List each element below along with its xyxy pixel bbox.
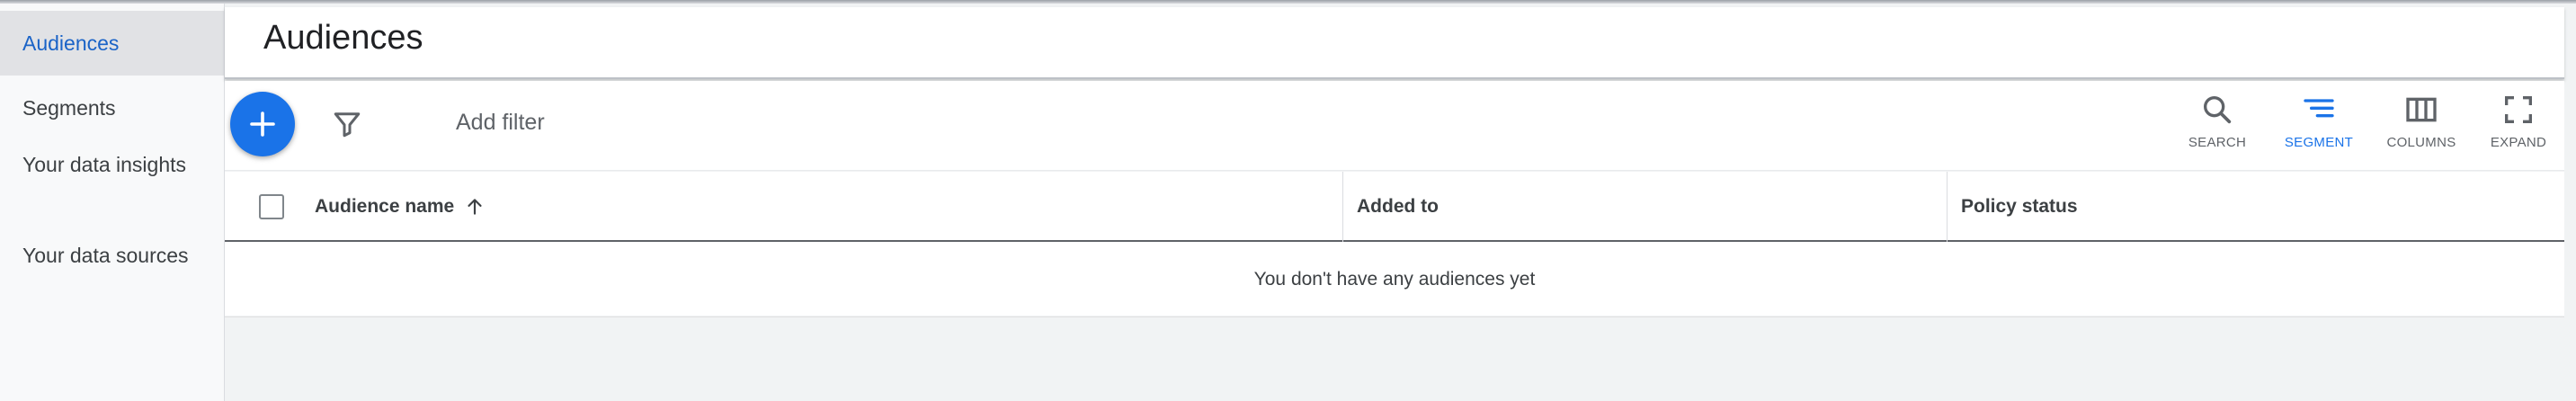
toolbar: Add filter SEARCH SEGMENT COLUMNS EXPAND <box>225 81 2564 171</box>
expand-icon <box>2505 96 2532 123</box>
add-filter-button[interactable]: Add filter <box>456 110 545 136</box>
columns-label: COLUMNS <box>2386 135 2456 150</box>
filter-icon[interactable] <box>331 108 363 140</box>
expand-label: EXPAND <box>2490 135 2547 150</box>
column-header-added-to[interactable]: Added to <box>1357 172 1439 242</box>
sidebar: Audiences Segments Your data insights Yo… <box>0 4 225 401</box>
sidebar-item-your-data-insights[interactable]: Your data insights <box>0 140 224 231</box>
columns-button[interactable]: COLUMNS <box>2376 92 2466 164</box>
column-header-label: Added to <box>1357 196 1439 217</box>
column-header-label: Policy status <box>1961 196 2078 217</box>
plus-icon <box>250 111 275 137</box>
table-header: Audience name Added to Policy status <box>225 172 2564 242</box>
add-audience-button[interactable] <box>230 92 295 156</box>
expand-button[interactable]: EXPAND <box>2473 92 2563 164</box>
segment-label: SEGMENT <box>2284 135 2354 150</box>
search-label: SEARCH <box>2188 135 2247 150</box>
column-divider <box>1947 172 1948 242</box>
column-header-audience-name[interactable]: Audience name <box>315 172 486 242</box>
sidebar-item-your-data-sources[interactable]: Your data sources <box>0 231 224 322</box>
sidebar-item-segments[interactable]: Segments <box>0 76 224 140</box>
column-header-policy-status[interactable]: Policy status <box>1961 172 2078 242</box>
search-button[interactable]: SEARCH <box>2172 92 2262 164</box>
columns-icon <box>2406 97 2437 122</box>
column-header-label: Audience name <box>315 196 455 217</box>
audiences-table: Audience name Added to Policy status You… <box>225 172 2564 317</box>
main-content: Audiences Add filter SEARCH SEGMENT COLU… <box>225 4 2576 401</box>
sidebar-item-audiences[interactable]: Audiences <box>0 11 224 76</box>
title-bar: Audiences <box>225 7 2564 79</box>
column-divider <box>1342 172 1343 242</box>
segment-button[interactable]: SEGMENT <box>2274 92 2364 164</box>
empty-state-message: You don't have any audiences yet <box>225 242 2564 317</box>
page-title: Audiences <box>263 19 423 57</box>
arrow-up-icon <box>468 199 482 215</box>
search-icon <box>2204 96 2232 124</box>
segment-icon <box>2304 99 2334 118</box>
select-all-checkbox[interactable] <box>259 194 284 219</box>
